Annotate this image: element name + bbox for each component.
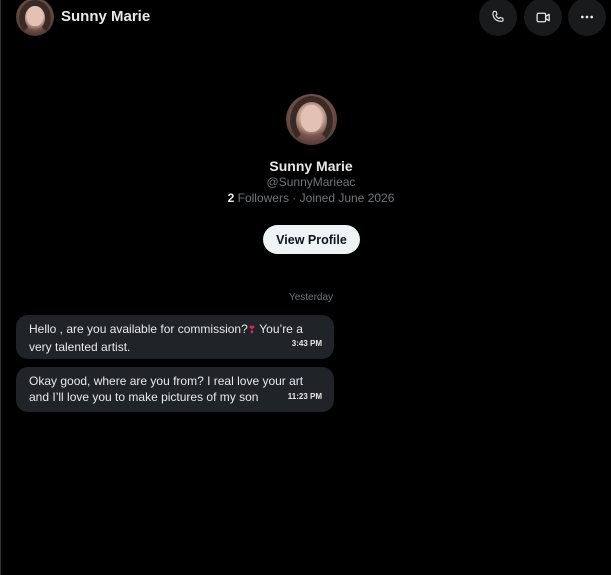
more-options-button[interactable]	[568, 0, 606, 36]
message-text: Okay good, where are you from? I real lo…	[29, 374, 304, 404]
heart-exclamation-icon: ❣	[247, 325, 257, 336]
followers-joined-label: Followers · Joined June 2026	[234, 191, 395, 205]
avatar-face-shape	[27, 6, 43, 27]
message-text: Hello , are you available for commission…	[29, 322, 248, 336]
conversation-header: Sunny Marie	[1, 0, 611, 36]
message-bubble[interactable]: Okay good, where are you from? I real lo…	[16, 367, 334, 412]
profile-meta: 2 Followers · Joined June 2026	[1, 191, 611, 205]
message-timestamp: 3:43 PM	[291, 339, 322, 348]
profile-name: Sunny Marie	[269, 158, 353, 174]
avatar-face-shape	[301, 105, 322, 132]
dm-conversation-page: Sunny Marie Sunny Marie @SunnyMarieac 2	[0, 0, 611, 575]
video-call-button[interactable]	[524, 0, 562, 36]
date-separator: Yesterday	[288, 292, 334, 303]
video-icon	[535, 12, 550, 22]
message-bubble[interactable]: Hello , are you available for commission…	[16, 315, 334, 359]
header-contact-name[interactable]: Sunny Marie	[61, 8, 150, 25]
message-timestamp: 11:23 PM	[287, 392, 322, 401]
call-button[interactable]	[479, 0, 517, 36]
more-icon	[581, 15, 593, 19]
phone-icon	[492, 10, 504, 22]
avatar[interactable]	[16, 0, 54, 36]
profile-handle: @SunnyMarieac	[266, 175, 356, 189]
profile-avatar[interactable]	[286, 94, 337, 145]
view-profile-button[interactable]: View Profile	[263, 225, 360, 254]
